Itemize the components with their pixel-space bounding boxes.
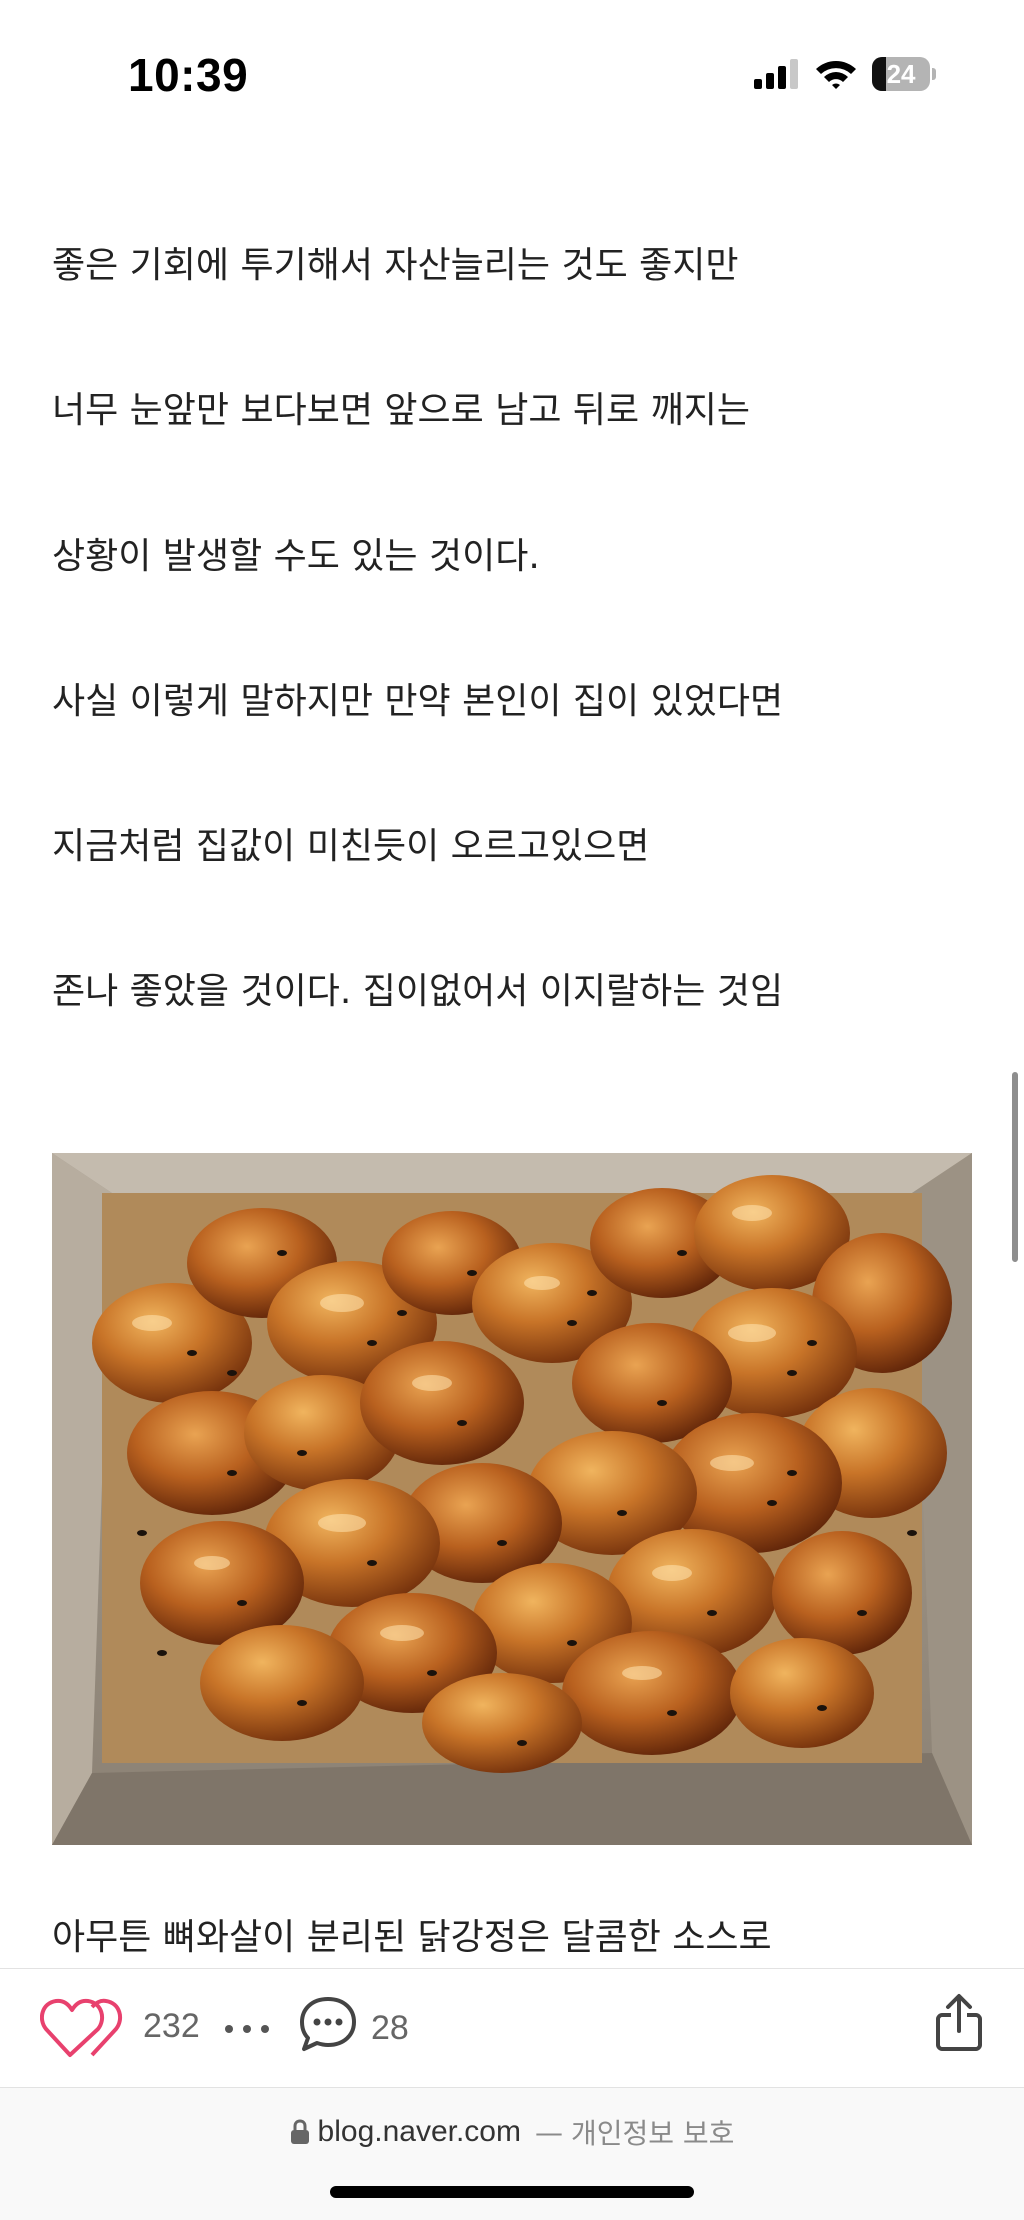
comment-count[interactable]: 28 bbox=[371, 2009, 409, 2048]
scrollbar-thumb[interactable] bbox=[1012, 1072, 1018, 1262]
paragraph-4: 사실 이렇게 말하지만 만약 본인이 집이 있었다면 bbox=[52, 681, 784, 722]
home-indicator[interactable] bbox=[330, 2186, 694, 2198]
paragraph-1: 좋은 기회에 투기해서 자산늘리는 것도 좋지만 bbox=[52, 245, 739, 286]
post-action-bar: 232 28 bbox=[0, 1968, 1024, 2088]
url-line[interactable]: blog.naver.com — 개인정보 보호 bbox=[0, 2112, 1024, 2152]
wifi-icon bbox=[816, 61, 856, 89]
heart-icon[interactable] bbox=[40, 1997, 126, 2059]
like-count[interactable]: 232 bbox=[143, 2007, 200, 2046]
paragraph-2: 너무 눈앞만 보다보면 앞으로 남고 뒤로 깨지는 bbox=[52, 390, 750, 431]
privacy-note: 개인정보 보호 bbox=[570, 2117, 735, 2150]
browser-url-bar[interactable]: blog.naver.com — 개인정보 보호 bbox=[0, 2088, 1024, 2220]
cellular-signal-icon bbox=[754, 59, 798, 89]
status-bar: 10:39 24 bbox=[0, 0, 1024, 150]
share-icon[interactable] bbox=[934, 1993, 984, 2053]
url-separator: — bbox=[534, 2115, 563, 2149]
paragraph-3: 상황이 발생할 수도 있는 것이다. bbox=[52, 536, 540, 577]
lock-icon bbox=[290, 2119, 309, 2144]
paragraph-7: 아무튼 뼈와살이 분리된 닭강정은 달콤한 소스로 bbox=[52, 1917, 772, 1958]
more-dots-icon[interactable] bbox=[224, 2024, 270, 2034]
paragraph-5: 지금처럼 집값이 미친듯이 오르고있으면 bbox=[52, 826, 650, 867]
food-photo[interactable] bbox=[52, 1153, 972, 1845]
battery-level: 24 bbox=[886, 58, 916, 89]
comment-bubble-icon[interactable] bbox=[298, 1995, 358, 2053]
fried-chicken-image bbox=[52, 1153, 972, 1845]
paragraph-6: 존나 좋았을 것이다. 집이없어서 이지랄하는 것임 bbox=[52, 971, 784, 1012]
battery-icon: 24 bbox=[872, 56, 936, 92]
status-time: 10:39 bbox=[128, 49, 249, 101]
url-domain[interactable]: blog.naver.com bbox=[318, 2115, 521, 2149]
status-icons: 24 bbox=[754, 54, 936, 94]
